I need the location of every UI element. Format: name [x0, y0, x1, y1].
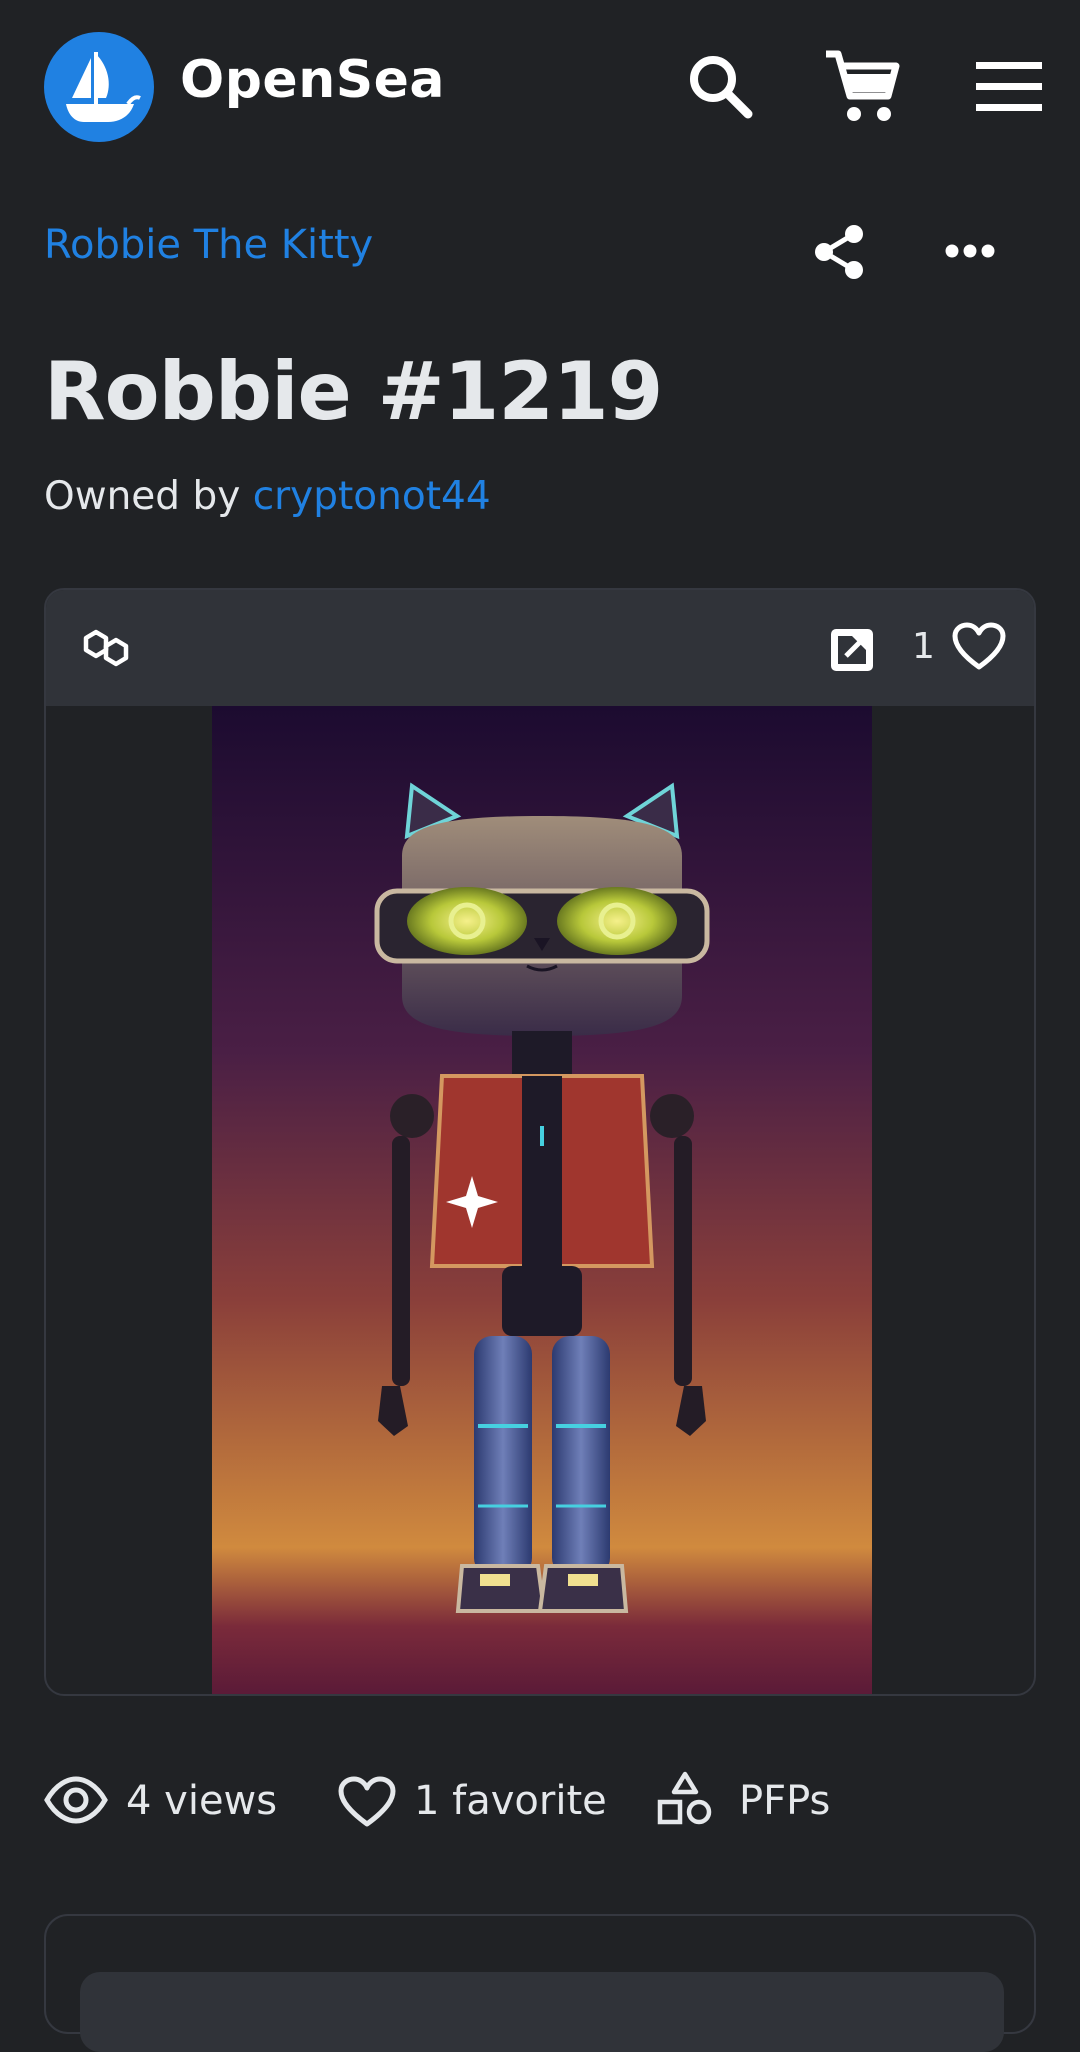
cart-icon[interactable] — [822, 46, 902, 126]
brand-name[interactable]: OpenSea — [180, 50, 445, 110]
details-card-content — [80, 1972, 1004, 2052]
owned-by-label: Owned by — [44, 474, 253, 519]
item-stats: 4 views 1 favorite PFPs — [44, 1770, 1036, 1840]
item-title: Robbie #1219 — [44, 345, 663, 438]
favorites-stat: 1 favorite — [414, 1778, 607, 1824]
share-icon[interactable] — [812, 224, 868, 280]
category-link[interactable]: PFPs — [739, 1778, 830, 1824]
artwork-image[interactable] — [212, 706, 872, 1696]
views-count: 4 views — [126, 1778, 278, 1824]
opensea-logo-icon[interactable] — [44, 32, 154, 142]
owner-link[interactable]: cryptonot44 — [253, 474, 491, 519]
favorite-heart-icon — [338, 1776, 396, 1827]
menu-icon[interactable] — [974, 60, 1044, 114]
collection-link[interactable]: Robbie The Kitty — [44, 222, 373, 268]
media-card: 1 — [44, 588, 1036, 1696]
owned-by: Owned by cryptonot44 — [44, 474, 491, 519]
media-header-bar: 1 — [46, 590, 1034, 706]
favorites-count: 1 — [912, 626, 935, 667]
search-icon[interactable] — [686, 52, 756, 122]
category-shapes-icon[interactable] — [656, 1770, 714, 1828]
top-nav: OpenSea — [0, 0, 1080, 176]
heart-icon[interactable] — [952, 622, 1006, 672]
polygon-chain-icon[interactable] — [82, 626, 130, 670]
more-icon[interactable] — [944, 234, 996, 268]
eye-icon — [44, 1776, 108, 1824]
details-card — [44, 1914, 1036, 2052]
open-in-new-icon[interactable] — [828, 626, 876, 674]
